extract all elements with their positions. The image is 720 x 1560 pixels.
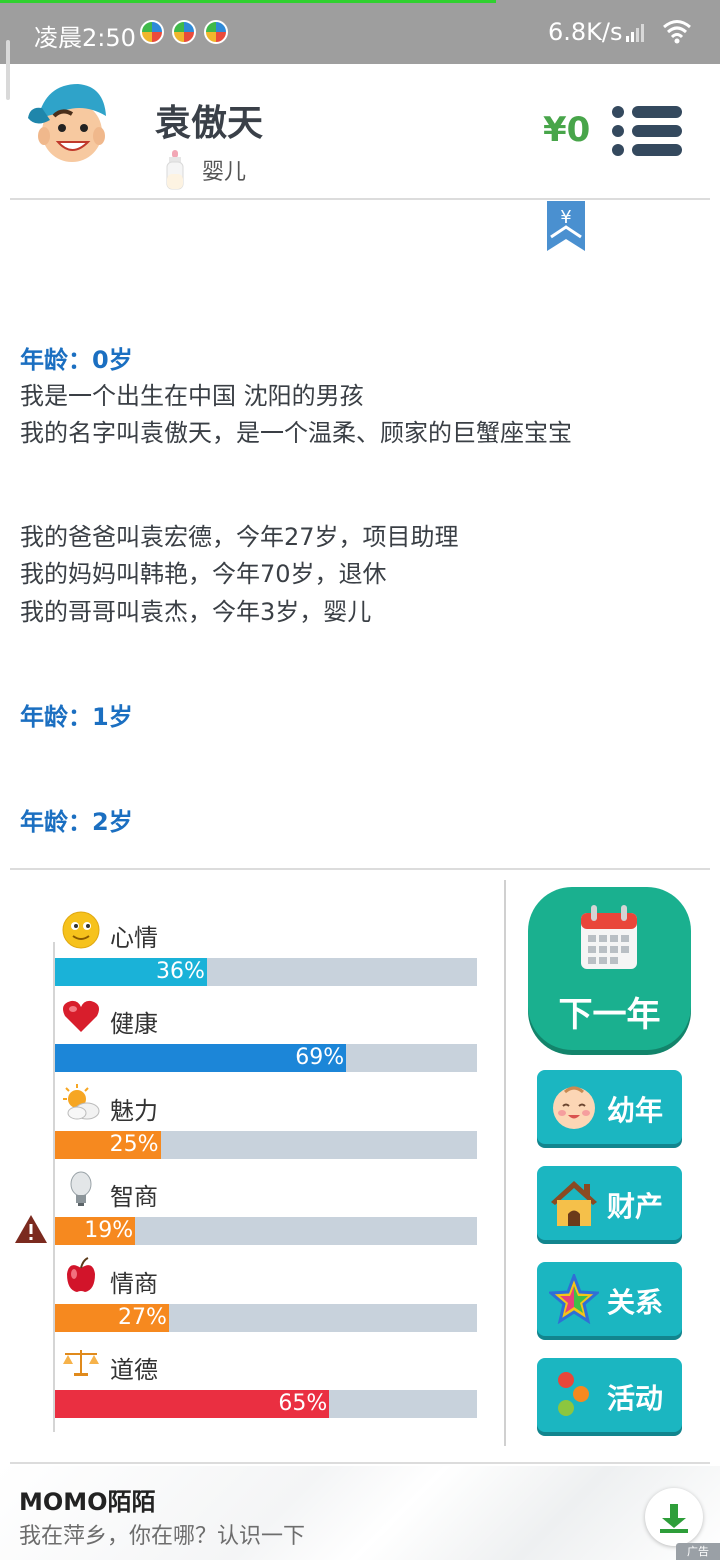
stat-track: 36%: [55, 958, 477, 986]
activity-dots-icon: [558, 1372, 589, 1416]
stat-track: 19%: [55, 1217, 477, 1245]
signal-icon: [626, 22, 644, 42]
yen-bookmark-icon[interactable]: ¥: [547, 201, 585, 251]
stat-fill: 69%: [55, 1044, 347, 1072]
lightbulb-icon: [70, 1171, 92, 1206]
profile-header: 袁傲天 婴儿 ¥0: [0, 64, 720, 200]
download-icon: [660, 1504, 688, 1533]
wifi-icon: [663, 20, 691, 44]
life-stage-label: 婴儿: [202, 160, 247, 185]
status-bar: 凌晨2:50 6.8K/s: [0, 0, 720, 64]
stat-track: 25%: [55, 1131, 477, 1159]
activities-button[interactable]: 活动: [537, 1358, 682, 1432]
log-line: 我是一个出生在中国 沈阳的男孩: [20, 382, 364, 410]
stat-track: 27%: [55, 1304, 477, 1332]
ad-divider: [10, 1462, 710, 1464]
stat-label: 健康: [110, 1010, 158, 1038]
relations-button[interactable]: 关系: [537, 1262, 682, 1336]
stat-track: 65%: [55, 1390, 477, 1418]
log-age-entry: 年龄：1岁: [20, 703, 133, 731]
warning-icon: [15, 1215, 47, 1243]
stat-percent: 27%: [118, 1305, 167, 1330]
relations-label: 关系: [607, 1286, 664, 1319]
net-speed: 6.8K/s: [548, 18, 623, 46]
ad-subtitle: 我在萍乡，你在哪？认识一下: [19, 1524, 306, 1549]
calendar-icon: [581, 905, 637, 969]
assets-button[interactable]: 财产: [537, 1166, 682, 1240]
stat-percent: 69%: [295, 1045, 345, 1070]
activities-label: 活动: [607, 1382, 664, 1415]
avatar-boy[interactable]: [26, 78, 110, 164]
app-notification-icon: [172, 20, 196, 44]
childhood-label: 幼年: [607, 1094, 664, 1127]
stat-fill: 19%: [55, 1217, 136, 1245]
life-stage: 婴儿: [164, 150, 246, 190]
stat-percent: 25%: [109, 1132, 159, 1157]
app-notification-icon: [140, 20, 164, 44]
apple-icon: [67, 1257, 95, 1292]
money-balance: ¥0: [543, 110, 591, 150]
stat-track: 69%: [55, 1044, 477, 1072]
ad-banner[interactable]: MOMO陌陌 我在萍乡，你在哪？认识一下: [0, 1466, 720, 1560]
stat-fill: 36%: [55, 958, 207, 986]
assets-label: 财产: [607, 1190, 664, 1223]
baby-bottle-icon: [166, 150, 184, 190]
app-notification-icon: [204, 20, 228, 44]
next-year-button[interactable]: 下一年: [528, 887, 691, 1050]
page-load-progress: [0, 0, 496, 3]
heart-icon: [63, 1000, 99, 1032]
log-line: 我的妈妈叫韩艳，今年70岁，退休: [20, 560, 387, 588]
log-age-entry: 年龄：0岁: [20, 346, 133, 374]
menu-icon[interactable]: [612, 104, 684, 158]
status-time: 凌晨2:50: [34, 24, 136, 52]
notification-icons: [140, 20, 228, 44]
scales-icon: [63, 1350, 99, 1376]
stat-percent: 36%: [156, 959, 205, 984]
stats-separator: [504, 880, 506, 1446]
log-line: 我的名字叫袁傲天，是一个温柔、顾家的巨蟹座宝宝: [20, 419, 572, 447]
childhood-button[interactable]: 幼年: [537, 1070, 682, 1144]
header-divider: [10, 198, 710, 200]
ad-badge: 广告: [676, 1543, 720, 1560]
stat-percent: 19%: [84, 1218, 134, 1243]
log-divider: [10, 868, 710, 870]
sun-cloud-icon: [63, 1084, 100, 1120]
log-line: 我的哥哥叫袁杰，今年3岁，婴儿: [20, 598, 372, 626]
download-button[interactable]: [645, 1488, 703, 1546]
baby-face-icon: [553, 1086, 595, 1129]
stats-axis: [53, 942, 55, 1432]
stat-label: 心情: [110, 924, 158, 952]
stat-label: 智商: [110, 1183, 158, 1211]
player-name: 袁傲天: [155, 103, 264, 144]
stat-fill: 27%: [55, 1304, 169, 1332]
bookmark-symbol: ¥: [560, 207, 571, 228]
log-age-entry: 年龄：2岁: [20, 808, 133, 836]
stat-label: 道德: [110, 1356, 158, 1384]
stat-fill: 25%: [55, 1131, 161, 1159]
stat-label: 魅力: [110, 1097, 158, 1125]
stat-fill: 65%: [55, 1390, 330, 1418]
house-icon: [551, 1181, 597, 1226]
stat-percent: 65%: [278, 1391, 328, 1416]
smiley-icon: [62, 911, 100, 949]
ad-title: MOMO陌陌: [19, 1488, 156, 1516]
star-icon: [549, 1274, 599, 1324]
next-year-label: 下一年: [558, 995, 661, 1035]
log-line: 我的爸爸叫袁宏德，今年27岁，项目助理: [20, 523, 459, 551]
stat-label: 情商: [110, 1270, 158, 1298]
